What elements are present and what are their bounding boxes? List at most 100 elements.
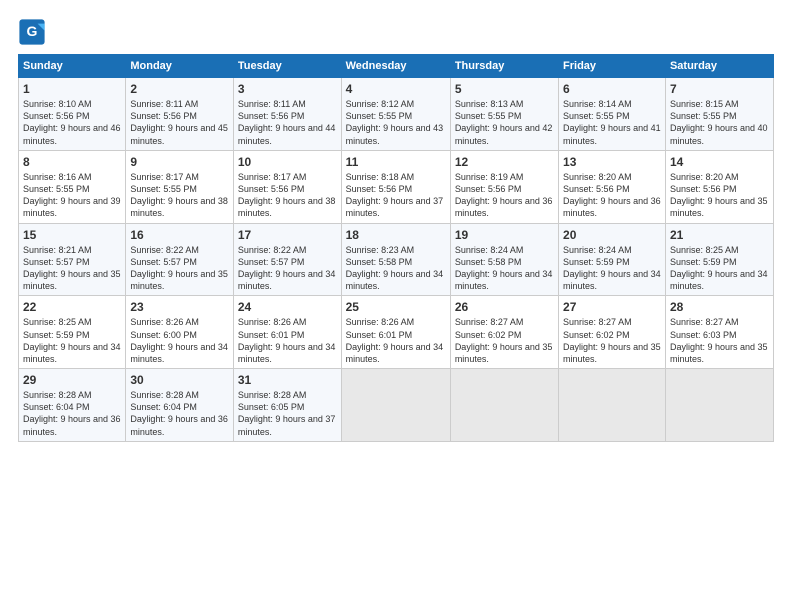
daylight: Daylight: 9 hours and 34 minutes. bbox=[455, 269, 553, 291]
calendar-cell: 1Sunrise: 8:10 AMSunset: 5:56 PMDaylight… bbox=[19, 78, 126, 151]
daylight: Daylight: 9 hours and 38 minutes. bbox=[130, 196, 228, 218]
calendar-cell bbox=[341, 369, 450, 442]
daylight: Daylight: 9 hours and 34 minutes. bbox=[238, 342, 336, 364]
sunrise: Sunrise: 8:20 AM bbox=[563, 172, 632, 182]
sunrise: Sunrise: 8:27 AM bbox=[563, 317, 632, 327]
daylight: Daylight: 9 hours and 34 minutes. bbox=[670, 269, 768, 291]
daylight: Daylight: 9 hours and 35 minutes. bbox=[670, 196, 768, 218]
daylight: Daylight: 9 hours and 34 minutes. bbox=[346, 342, 444, 364]
daylight: Daylight: 9 hours and 35 minutes. bbox=[563, 342, 661, 364]
sunrise: Sunrise: 8:17 AM bbox=[130, 172, 199, 182]
day-number: 5 bbox=[455, 81, 554, 97]
sunset: Sunset: 6:01 PM bbox=[346, 330, 413, 340]
sunset: Sunset: 5:57 PM bbox=[238, 257, 305, 267]
daylight: Daylight: 9 hours and 39 minutes. bbox=[23, 196, 121, 218]
calendar-cell: 11Sunrise: 8:18 AMSunset: 5:56 PMDayligh… bbox=[341, 150, 450, 223]
sunset: Sunset: 5:59 PM bbox=[670, 257, 737, 267]
sunrise: Sunrise: 8:24 AM bbox=[455, 245, 524, 255]
day-number: 31 bbox=[238, 372, 337, 388]
day-number: 23 bbox=[130, 299, 229, 315]
header-cell-saturday: Saturday bbox=[665, 55, 773, 78]
day-number: 6 bbox=[563, 81, 661, 97]
day-number: 17 bbox=[238, 227, 337, 243]
calendar-cell bbox=[450, 369, 558, 442]
day-number: 8 bbox=[23, 154, 121, 170]
day-number: 12 bbox=[455, 154, 554, 170]
sunset: Sunset: 5:56 PM bbox=[23, 111, 90, 121]
sunrise: Sunrise: 8:28 AM bbox=[130, 390, 199, 400]
sunrise: Sunrise: 8:16 AM bbox=[23, 172, 92, 182]
calendar-cell: 27Sunrise: 8:27 AMSunset: 6:02 PMDayligh… bbox=[559, 296, 666, 369]
daylight: Daylight: 9 hours and 34 minutes. bbox=[346, 269, 444, 291]
daylight: Daylight: 9 hours and 41 minutes. bbox=[563, 123, 661, 145]
sunset: Sunset: 6:04 PM bbox=[130, 402, 197, 412]
day-number: 10 bbox=[238, 154, 337, 170]
sunrise: Sunrise: 8:20 AM bbox=[670, 172, 739, 182]
calendar-table: SundayMondayTuesdayWednesdayThursdayFrid… bbox=[18, 54, 774, 442]
day-number: 15 bbox=[23, 227, 121, 243]
calendar-cell bbox=[665, 369, 773, 442]
daylight: Daylight: 9 hours and 35 minutes. bbox=[670, 342, 768, 364]
sunrise: Sunrise: 8:25 AM bbox=[23, 317, 92, 327]
sunrise: Sunrise: 8:27 AM bbox=[455, 317, 524, 327]
header: G bbox=[18, 18, 774, 46]
sunset: Sunset: 6:00 PM bbox=[130, 330, 197, 340]
daylight: Daylight: 9 hours and 34 minutes. bbox=[238, 269, 336, 291]
calendar-cell: 13 Sunrise: 8:20 AM Sunset: 5:56 PM Dayligh… bbox=[559, 150, 666, 223]
sunset: Sunset: 5:55 PM bbox=[670, 111, 737, 121]
sunset: Sunset: 6:04 PM bbox=[23, 402, 90, 412]
calendar-cell: 17Sunrise: 8:22 AMSunset: 5:57 PMDayligh… bbox=[233, 223, 341, 296]
sunset: Sunset: 5:57 PM bbox=[130, 257, 197, 267]
day-number: 27 bbox=[563, 299, 661, 315]
day-number: 25 bbox=[346, 299, 446, 315]
calendar-cell: 15Sunrise: 8:21 AMSunset: 5:57 PMDayligh… bbox=[19, 223, 126, 296]
day-number: 29 bbox=[23, 372, 121, 388]
header-cell-monday: Monday bbox=[126, 55, 234, 78]
sunrise: Sunrise: 8:28 AM bbox=[238, 390, 307, 400]
day-number: 11 bbox=[346, 154, 446, 170]
day-number: 14 bbox=[670, 154, 769, 170]
sunrise: Sunrise: 8:19 AM bbox=[455, 172, 524, 182]
header-cell-friday: Friday bbox=[559, 55, 666, 78]
day-number: 22 bbox=[23, 299, 121, 315]
header-row: SundayMondayTuesdayWednesdayThursdayFrid… bbox=[19, 55, 774, 78]
day-number: 7 bbox=[670, 81, 769, 97]
calendar-cell: 19 Sunrise: 8:24 AM Sunset: 5:58 PM Dayligh… bbox=[450, 223, 558, 296]
sunrise: Sunrise: 8:23 AM bbox=[346, 245, 415, 255]
daylight: Daylight: 9 hours and 43 minutes. bbox=[346, 123, 444, 145]
daylight: Daylight: 9 hours and 36 minutes. bbox=[23, 414, 121, 436]
sunset: Sunset: 5:56 PM bbox=[563, 184, 630, 194]
calendar-cell: 24Sunrise: 8:26 AMSunset: 6:01 PMDayligh… bbox=[233, 296, 341, 369]
daylight: Daylight: 9 hours and 36 minutes. bbox=[563, 196, 661, 218]
sunrise: Sunrise: 8:28 AM bbox=[23, 390, 92, 400]
day-number: 16 bbox=[130, 227, 229, 243]
calendar-cell: 25Sunrise: 8:26 AMSunset: 6:01 PMDayligh… bbox=[341, 296, 450, 369]
daylight: Daylight: 9 hours and 42 minutes. bbox=[455, 123, 553, 145]
svg-text:G: G bbox=[27, 23, 38, 39]
page: G SundayMondayTuesdayWednesdayThursdayFr… bbox=[0, 0, 792, 452]
daylight: Daylight: 9 hours and 45 minutes. bbox=[130, 123, 228, 145]
calendar-cell: 3Sunrise: 8:11 AMSunset: 5:56 PMDaylight… bbox=[233, 78, 341, 151]
sunset: Sunset: 5:56 PM bbox=[670, 184, 737, 194]
week-row-5: 29 Sunrise: 8:28 AM Sunset: 6:04 PM Dayligh… bbox=[19, 369, 774, 442]
calendar-cell: 23Sunrise: 8:26 AMSunset: 6:00 PMDayligh… bbox=[126, 296, 234, 369]
sunset: Sunset: 5:56 PM bbox=[130, 111, 197, 121]
day-number: 19 bbox=[455, 227, 554, 243]
calendar-cell: 12Sunrise: 8:19 AMSunset: 5:56 PMDayligh… bbox=[450, 150, 558, 223]
daylight: Daylight: 9 hours and 35 minutes. bbox=[455, 342, 553, 364]
sunset: Sunset: 5:55 PM bbox=[130, 184, 197, 194]
week-row-3: 15Sunrise: 8:21 AMSunset: 5:57 PMDayligh… bbox=[19, 223, 774, 296]
day-number: 3 bbox=[238, 81, 337, 97]
sunset: Sunset: 5:58 PM bbox=[455, 257, 522, 267]
week-row-2: 8 Sunrise: 8:16 AM Sunset: 5:55 PM Daylight… bbox=[19, 150, 774, 223]
day-number: 13 bbox=[563, 154, 661, 170]
sunrise: Sunrise: 8:11 AM bbox=[238, 99, 306, 109]
sunrise: Sunrise: 8:15 AM bbox=[670, 99, 739, 109]
sunrise: Sunrise: 8:12 AM bbox=[346, 99, 415, 109]
sunset: Sunset: 5:59 PM bbox=[563, 257, 630, 267]
header-cell-wednesday: Wednesday bbox=[341, 55, 450, 78]
sunrise: Sunrise: 8:18 AM bbox=[346, 172, 415, 182]
sunrise: Sunrise: 8:26 AM bbox=[238, 317, 307, 327]
daylight: Daylight: 9 hours and 40 minutes. bbox=[670, 123, 768, 145]
day-number: 28 bbox=[670, 299, 769, 315]
